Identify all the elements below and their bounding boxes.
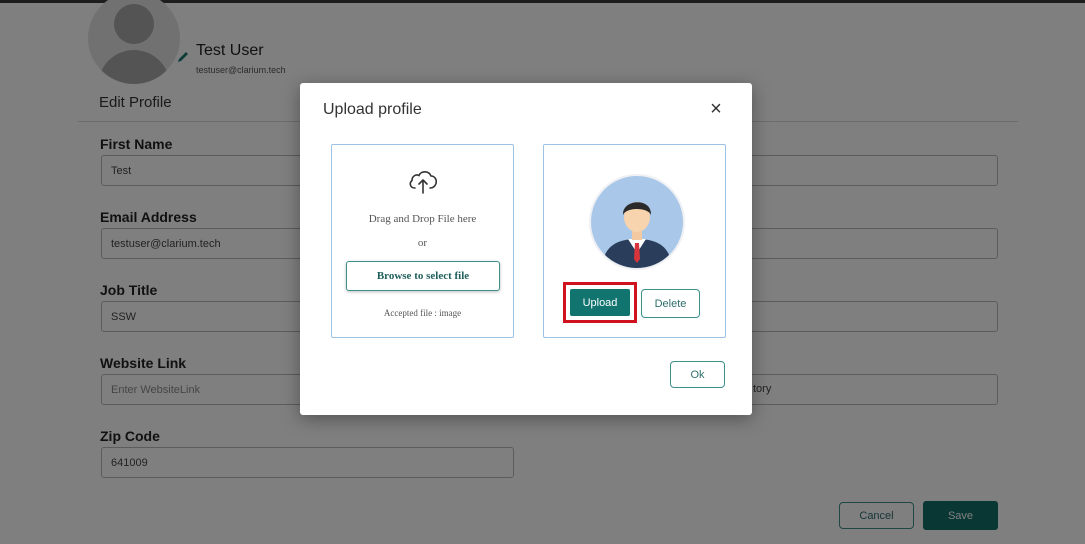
- close-icon[interactable]: ×: [706, 99, 726, 119]
- accepted-file-text: Accepted file : image: [383, 308, 462, 318]
- cloud-upload-icon: [409, 171, 438, 194]
- file-dropzone[interactable]: Drag and Drop File here or Browse to sel…: [331, 144, 514, 338]
- ok-button[interactable]: Ok: [670, 361, 725, 388]
- modal-title: Upload profile: [323, 101, 422, 118]
- delete-button[interactable]: Delete: [641, 289, 700, 318]
- or-text: or: [417, 237, 428, 249]
- avatar-preview-box: Upload Delete: [543, 144, 726, 338]
- upload-button[interactable]: Upload: [570, 289, 630, 316]
- person-avatar-icon: [589, 174, 685, 270]
- upload-profile-modal: Upload profile × Drag and Drop File here…: [300, 83, 752, 415]
- drag-drop-text: Drag and Drop File here: [368, 213, 477, 225]
- browse-file-button[interactable]: Browse to select file: [346, 261, 500, 291]
